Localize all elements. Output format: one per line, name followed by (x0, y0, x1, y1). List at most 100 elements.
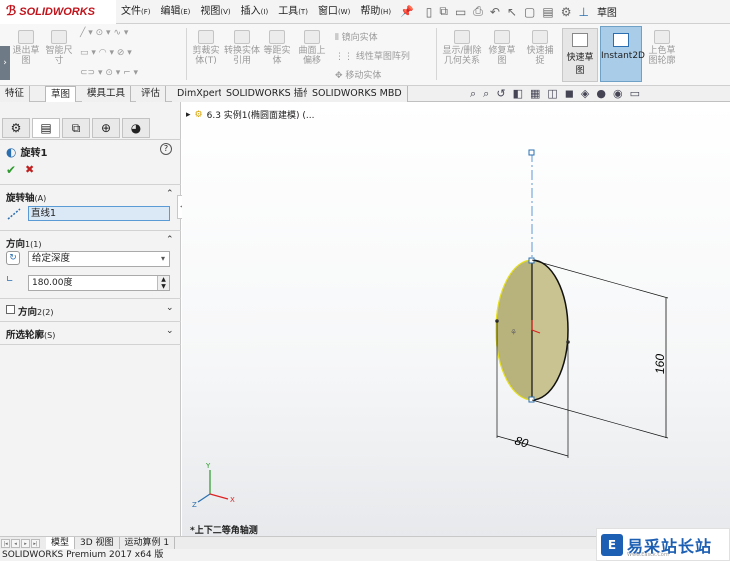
appearance-icon[interactable]: ● (596, 86, 606, 102)
help-icon[interactable]: ? (160, 143, 172, 155)
tab-mold-tools[interactable]: 模具工具 (82, 86, 132, 102)
axis-line-icon (7, 208, 21, 220)
display-manager-tab-icon[interactable]: ◕ (122, 118, 150, 138)
direction2-group-header[interactable]: 方向2(2) (18, 304, 53, 318)
undo-icon[interactable]: ↶ (490, 5, 500, 19)
collapse-chevron-icon[interactable]: ⌃ (166, 189, 174, 199)
print-icon[interactable]: ⎙ (473, 4, 483, 19)
convert-entities-button[interactable]: 转换实体引用 (224, 30, 260, 66)
view-settings-icon[interactable]: ▭ (630, 86, 640, 102)
repair-sketch-button[interactable]: 修复草图 (486, 30, 518, 66)
sketch-mode-label: 草图 (596, 8, 617, 19)
axis-group-header[interactable]: 旋转轴(A) (6, 190, 46, 204)
tab-dimxpert[interactable]: DimXpert (172, 86, 229, 102)
tab-sketch[interactable]: 草图 (45, 86, 77, 102)
dimension-160-label[interactable]: 160 (653, 354, 667, 374)
save-icon[interactable]: ▭ (455, 5, 466, 19)
quick-snaps-button[interactable]: 快速捕捉 (524, 30, 556, 66)
solidworks-logo: ℬ SOLIDWORKS (0, 0, 116, 24)
file-properties-icon[interactable]: ▤ (542, 5, 553, 19)
menu-view[interactable]: 视图(V) (195, 0, 235, 24)
tab-3d-view[interactable]: 3D 视图 (75, 536, 120, 550)
expand-chevron-icon[interactable]: ⌄ (166, 303, 174, 313)
configuration-manager-tab-icon[interactable]: ⧉ (62, 118, 90, 138)
offset-entities-button[interactable]: 等距实体 (262, 30, 292, 66)
reverse-direction-icon[interactable]: ↻ (6, 251, 20, 265)
smart-dimension-button[interactable]: 智能尺寸 (44, 30, 74, 66)
expand-panel-toggle[interactable]: › (0, 46, 10, 80)
zoom-area-icon[interactable]: ⌕ (483, 86, 489, 102)
shaded-sketch-button[interactable]: 上色草图轮廓 (646, 30, 678, 66)
next-tab-icon[interactable]: ▸ (21, 538, 30, 548)
snap-icon (532, 30, 548, 44)
first-tab-icon[interactable]: |◂ (1, 538, 10, 548)
menu-help[interactable]: 帮助(H) (355, 0, 396, 24)
display-relations-button[interactable]: 显示/删除几何关系 (440, 30, 484, 66)
instant2d-button[interactable]: Instant2D (600, 26, 645, 82)
rapid-sketch-button[interactable]: 快速草图 (562, 28, 598, 82)
revolve-icon: ◐ (6, 144, 17, 159)
menu-window[interactable]: 窗口(W) (313, 0, 355, 24)
menu-file[interactable]: 文件(F) (116, 0, 156, 24)
end-condition-select[interactable]: 给定深度 ▾ (28, 251, 170, 267)
menu-tools[interactable]: 工具(T) (273, 0, 313, 24)
slot-tool[interactable]: ⊂⊃ ▾ ⊙ ▾ ⌐ ▾ (80, 68, 138, 78)
pin-icon[interactable]: 📌 (400, 5, 414, 18)
previous-view-icon[interactable]: ↺ (496, 86, 505, 102)
tab-motion-study[interactable]: 运动算例 1 (120, 536, 176, 550)
dimension-80-label[interactable]: 80 (513, 433, 530, 450)
tab-evaluate[interactable]: 评估 (136, 86, 167, 102)
direction1-group-header[interactable]: 方向1(1) (6, 236, 41, 250)
scene-icon[interactable]: ◉ (613, 86, 623, 102)
selected-contours-group-header[interactable]: 所选轮廓(S) (6, 327, 55, 341)
dynamic-annotation-icon[interactable]: ▦ (530, 86, 540, 102)
spinner-arrows-icon[interactable]: ▲ ▼ (157, 276, 169, 290)
offset-icon (269, 30, 285, 44)
tab-features[interactable]: 特征 (0, 86, 31, 102)
zoom-fit-icon[interactable]: ⌕ (470, 86, 476, 102)
direction2-checkbox[interactable] (6, 305, 15, 314)
line-tool[interactable]: ╱ ▾ ⊙ ▾ ∿ ▾ (80, 28, 128, 38)
pivot-icon: ⚘ (510, 328, 517, 337)
svg-text:X: X (230, 496, 235, 504)
menu-insert[interactable]: 插入(I) (236, 0, 274, 24)
brand-name: SOLIDWORKS (19, 5, 96, 18)
prev-tab-icon[interactable]: ◂ (11, 538, 20, 548)
graphics-area[interactable]: ▸ ⚙ 6.3 实例1(椭圆面建模) (... ⚘ 160 80 Y X Z *… (182, 102, 730, 536)
rebuild-icon[interactable]: ▢ (524, 5, 535, 19)
tab-model[interactable]: 模型 (46, 536, 76, 550)
feature-manager-tab-icon[interactable]: ⚙ (2, 118, 30, 138)
new-document-icon[interactable]: ▯ (426, 5, 433, 19)
mirror-entities-button[interactable]: ⫴ 镜向实体 (335, 30, 378, 43)
select-icon[interactable]: ↖ (507, 5, 517, 19)
rectangle-tool[interactable]: ▭ ▾ ◠ ▾ ⊘ ▾ (80, 48, 132, 58)
tab-solidworks-addins[interactable]: SOLIDWORKS 插件 (221, 86, 319, 102)
property-manager-tab-icon[interactable]: ▤ (32, 118, 60, 138)
expand-chevron-icon[interactable]: ⌄ (166, 326, 174, 336)
cancel-x-button[interactable]: ✖ (25, 163, 34, 176)
bottom-point-handle[interactable] (528, 396, 535, 403)
offset-surface-icon (304, 30, 320, 44)
offset-on-surface-button[interactable]: 曲面上偏移 (295, 30, 329, 66)
cut-entities-button[interactable]: 剪裁实体(T) (190, 30, 222, 66)
sketch-icon[interactable]: ⊥ (578, 5, 588, 19)
view-orientation-icon[interactable]: ◫ (547, 86, 557, 102)
move-entities-button[interactable]: ✥ 移动实体 (335, 68, 381, 81)
display-style-icon[interactable]: ◼ (565, 86, 574, 102)
collapse-chevron-icon[interactable]: ⌃ (166, 235, 174, 245)
revolve-angle-input[interactable]: 180.00度 ▲ ▼ (28, 275, 170, 291)
ok-check-button[interactable]: ✔ (6, 163, 16, 177)
tab-solidworks-mbd[interactable]: SOLIDWORKS MBD (307, 86, 408, 102)
axis-endpoint-handle[interactable] (528, 149, 535, 156)
last-tab-icon[interactable]: ▸| (31, 538, 40, 548)
section-view-icon[interactable]: ◧ (513, 86, 523, 102)
dimxpert-manager-tab-icon[interactable]: ⊕ (92, 118, 120, 138)
menu-edit[interactable]: 编辑(E) (156, 0, 196, 24)
move-icon: ✥ (335, 71, 346, 81)
hide-show-icon[interactable]: ◈ (581, 86, 589, 102)
linear-pattern-button[interactable]: ⋮⋮ 线性草图阵列 (335, 49, 410, 62)
options-gear-icon[interactable]: ⚙ (561, 5, 572, 19)
rotation-axis-field[interactable]: 直线1 (28, 206, 170, 221)
open-icon[interactable]: ⧉ (439, 4, 448, 19)
exit-sketch-button[interactable]: 退出草图 (12, 30, 40, 66)
